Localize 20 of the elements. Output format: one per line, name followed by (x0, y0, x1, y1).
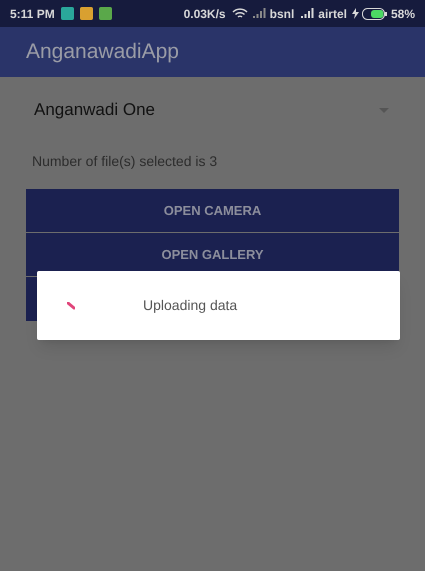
signal-icon (252, 8, 266, 19)
notification-icon (80, 7, 93, 20)
battery-percent: 58% (390, 6, 415, 22)
action-button[interactable]: OPEN CAMERA (26, 189, 399, 232)
wifi-icon (232, 8, 248, 20)
dropdown-arrow-icon (379, 108, 389, 112)
battery-icon (362, 8, 388, 20)
selection-count-text: Number of file(s) selected is 3 (32, 152, 218, 171)
signal-icon (300, 8, 314, 19)
spinner[interactable]: Anganwadi One (26, 91, 399, 129)
status-time: 5:11 PM (10, 6, 55, 22)
carrier-name: bsnl (270, 6, 294, 22)
progress-spinner-icon (67, 302, 75, 310)
network-speed: 0.03K/s (184, 6, 226, 22)
app-title: AnganawadiApp (26, 39, 179, 66)
charging-icon (352, 8, 359, 19)
notification-icon (98, 7, 112, 20)
dialog-message: Uploading data (143, 296, 238, 315)
carrier-name: airtel (318, 6, 347, 22)
notification-icon (60, 7, 74, 20)
